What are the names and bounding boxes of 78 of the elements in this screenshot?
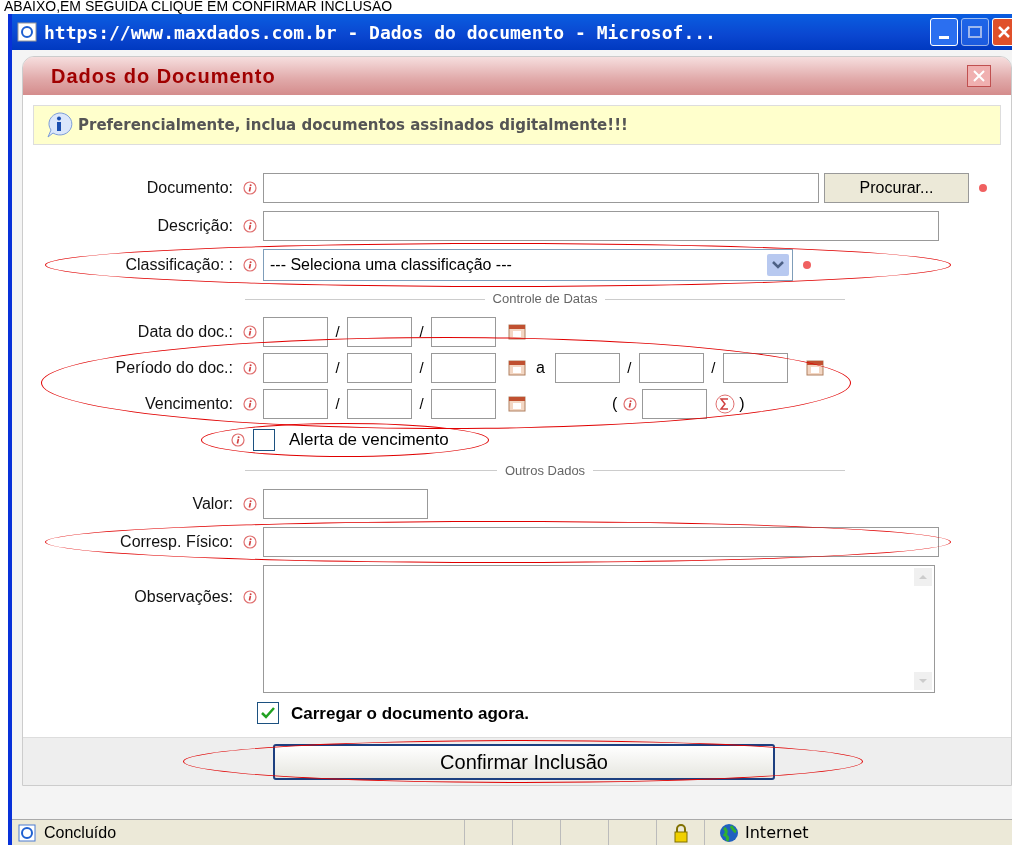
globe-icon	[719, 822, 739, 843]
info-icon	[243, 258, 257, 272]
info-icon	[243, 397, 257, 411]
section-heading: Controle de Datas	[492, 290, 598, 309]
status-text: Concluído	[44, 822, 118, 843]
date-input[interactable]	[431, 353, 496, 383]
file-path-input[interactable]	[263, 173, 819, 203]
close-button[interactable]	[967, 65, 991, 87]
date-input[interactable]	[347, 317, 412, 347]
value-input[interactable]	[263, 488, 428, 519]
checkbox-label: Alerta de vencimento	[289, 429, 449, 451]
open-parenthesis: (	[612, 394, 618, 414]
field-label: Período do doc.:	[114, 358, 234, 378]
date-input[interactable]	[263, 317, 328, 347]
field-label: Descrição:	[156, 216, 234, 236]
info-icon	[243, 325, 257, 339]
date-slash: /	[334, 357, 341, 378]
field-label: Observações:	[133, 586, 234, 607]
range-separator: a	[536, 358, 545, 378]
calendar-icon[interactable]	[508, 360, 526, 376]
calendar-icon[interactable]	[508, 324, 526, 340]
date-slash: /	[418, 357, 425, 378]
info-icon	[243, 496, 257, 511]
field-label: Documento:	[145, 178, 234, 198]
maximize-button[interactable]	[961, 18, 989, 46]
checkbox[interactable]	[257, 702, 279, 725]
field-label: Data do doc.:	[136, 322, 234, 342]
date-input[interactable]	[347, 389, 412, 419]
field-label: Corresp. Físico:	[119, 531, 234, 552]
confirm-button[interactable]: Confirmar Inclusão	[273, 743, 775, 780]
field-label: Valor:	[191, 493, 234, 514]
text-input[interactable]	[263, 211, 939, 241]
checkbox[interactable]	[253, 428, 275, 451]
checkbox-label: Carregar o documento agora.	[291, 702, 530, 725]
date-slash: /	[334, 393, 341, 414]
days-input[interactable]	[642, 389, 708, 419]
date-input[interactable]	[263, 389, 328, 419]
date-slash: /	[334, 321, 341, 342]
browse-button[interactable]: Procurar...	[824, 173, 969, 203]
calendar-icon[interactable]	[508, 396, 526, 412]
info-icon	[243, 181, 257, 195]
dialog-title: Dados do Documento	[51, 64, 276, 89]
date-input[interactable]	[431, 317, 496, 347]
checkmark-icon	[260, 706, 276, 721]
sum-icon[interactable]	[715, 394, 736, 414]
page-icon	[16, 822, 38, 843]
classification-select[interactable]: --- Seleciona uma classificação ---	[263, 249, 793, 281]
section-heading: Outros Dados	[504, 461, 586, 480]
date-slash: /	[710, 357, 717, 378]
calendar-icon[interactable]	[805, 360, 824, 376]
info-icon	[243, 361, 257, 375]
browser-icon	[16, 21, 38, 43]
date-input[interactable]	[347, 353, 412, 383]
text-input[interactable]	[263, 526, 939, 557]
info-icon	[623, 397, 638, 411]
date-input[interactable]	[431, 389, 496, 419]
info-message: Preferencialmente, inclua documentos assinados digitalmente!!!	[78, 114, 628, 136]
field-label: Vencimento:	[143, 394, 234, 414]
date-slash: /	[626, 357, 633, 378]
window-title: https://www.maxdados.com.br - Dados do documento - Microsof...	[44, 20, 717, 45]
info-icon	[243, 589, 257, 604]
padlock-icon	[672, 822, 689, 843]
info-icon	[231, 432, 245, 447]
info-icon	[243, 219, 257, 233]
date-input[interactable]	[638, 353, 704, 383]
date-slash: /	[418, 321, 425, 342]
speech-info-icon	[44, 110, 74, 140]
info-icon	[243, 534, 257, 549]
close-icon	[973, 70, 985, 82]
close-parenthesis: )	[739, 394, 745, 414]
date-input[interactable]	[554, 353, 620, 383]
minimize-button[interactable]	[930, 18, 958, 46]
date-input[interactable]	[263, 353, 328, 383]
date-input[interactable]	[722, 353, 788, 383]
date-slash: /	[418, 393, 425, 414]
field-label: Classificação: :	[124, 255, 234, 275]
close-icon	[997, 25, 1011, 39]
zone-text: Internet	[745, 821, 809, 844]
